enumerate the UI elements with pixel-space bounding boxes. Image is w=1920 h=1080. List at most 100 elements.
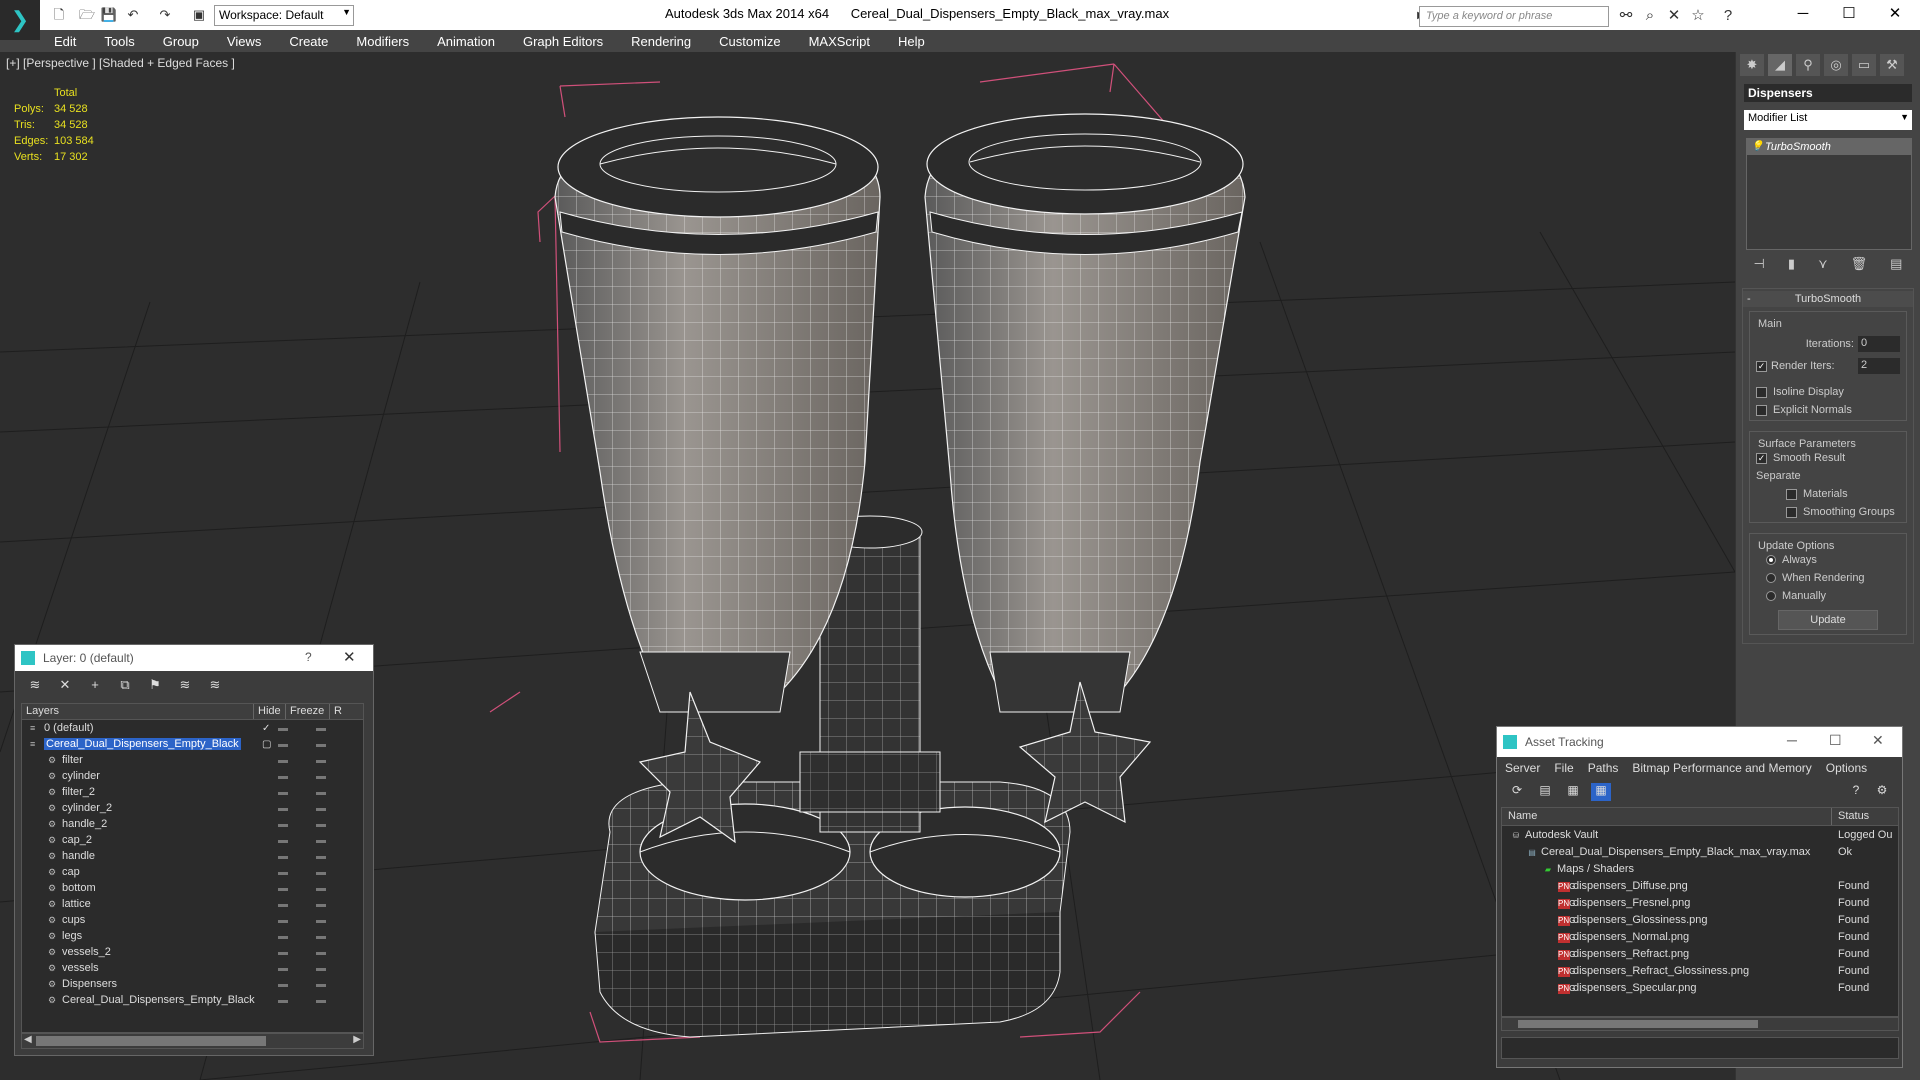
new-file-icon[interactable]: 🗋 (50, 6, 68, 24)
hide-toggle[interactable]: ▬ (278, 835, 288, 846)
freeze-toggle[interactable]: ▬ (316, 931, 326, 942)
undo-icon[interactable]: ↶ (124, 6, 142, 24)
layer-row[interactable]: ⚙ cups ▬ ▬ (22, 912, 363, 928)
add-icon[interactable]: + (85, 677, 105, 695)
hide-toggle[interactable]: ▬ (278, 851, 288, 862)
help-icon[interactable]: ? (305, 650, 312, 664)
menu-modifiers[interactable]: Modifiers (342, 34, 423, 49)
freeze-toggle[interactable]: ▬ (316, 979, 326, 990)
viewport-label[interactable]: [+] [Perspective ] [Shaded + Edged Faces… (6, 56, 235, 70)
layer-row[interactable]: ≡ Cereal_Dual_Dispensers_Empty_Black ▢ ▬ ▬ (22, 736, 363, 752)
display-tab-icon[interactable]: ▭ (1852, 54, 1876, 76)
render-iters-checkbox[interactable]: ✓ (1756, 360, 1767, 372)
menu-views[interactable]: Views (213, 34, 275, 49)
menu-bitmap-performance[interactable]: Bitmap Performance and Memory (1632, 761, 1811, 775)
hide-toggle[interactable]: ▬ (278, 739, 288, 750)
freeze-toggle[interactable]: ▬ (316, 755, 326, 766)
horizontal-scrollbar[interactable] (1501, 1017, 1899, 1031)
layer-row[interactable]: ⚙ lattice ▬ ▬ (22, 896, 363, 912)
menu-edit[interactable]: Edit (40, 34, 90, 49)
materials-checkbox[interactable] (1786, 488, 1797, 500)
layer-row[interactable]: ⚙ Cereal_Dual_Dispensers_Empty_Black ▬ ▬ (22, 992, 363, 1008)
close-icon[interactable]: ✕ (1872, 732, 1884, 749)
freeze-toggle[interactable]: ▬ (316, 963, 326, 974)
asset-row[interactable]: ▰ Maps / Shaders (1502, 860, 1898, 877)
maximize-icon[interactable]: ☐ (1829, 732, 1842, 749)
scroll-thumb[interactable] (1518, 1020, 1758, 1028)
horizontal-scrollbar[interactable]: ◀ ▶ (21, 1033, 364, 1049)
menu-create[interactable]: Create (275, 34, 342, 49)
highlight-icon[interactable]: ⚑ (145, 677, 165, 695)
menu-rendering[interactable]: Rendering (617, 34, 705, 49)
remove-modifier-icon[interactable]: 🗑 (1851, 256, 1868, 278)
asset-tracking-titlebar[interactable]: Asset Tracking ─ ☐ ✕ (1497, 727, 1902, 757)
update-button[interactable]: Update (1778, 610, 1878, 630)
freeze-toggle[interactable]: ▬ (316, 819, 326, 830)
freeze-toggle[interactable]: ▬ (316, 915, 326, 926)
asset-row[interactable]: PNGdispensers_Normal.png Found (1502, 928, 1898, 945)
menu-group[interactable]: Group (149, 34, 213, 49)
favorites-star-icon[interactable]: ☆ (1688, 6, 1708, 26)
scroll-left-icon[interactable]: ◀ (24, 1034, 32, 1045)
hide-toggle[interactable]: ▬ (278, 803, 288, 814)
freeze-toggle[interactable]: ▬ (316, 787, 326, 798)
layer-row[interactable]: ⚙ cap ▬ ▬ (22, 864, 363, 880)
refresh-icon[interactable]: ⟳ (1507, 783, 1527, 801)
configure-sets-icon[interactable]: ▤ (1890, 256, 1902, 278)
make-unique-icon[interactable]: ⋎ (1818, 256, 1828, 278)
menu-graph-editors[interactable]: Graph Editors (509, 34, 617, 49)
asset-row[interactable]: PNGdispensers_Glossiness.png Found (1502, 911, 1898, 928)
menu-maxscript[interactable]: MAXScript (795, 34, 884, 49)
hide-toggle[interactable]: ▬ (278, 867, 288, 878)
modifier-stack-entry[interactable]: 💡 TurboSmooth (1747, 139, 1911, 155)
column-name[interactable]: Name (1502, 808, 1832, 825)
layer-row[interactable]: ⚙ vessels ▬ ▬ (22, 960, 363, 976)
hide-toggle[interactable]: ▬ (278, 995, 288, 1006)
show-end-result-icon[interactable]: ▮ (1788, 256, 1795, 278)
menu-customize[interactable]: Customize (705, 34, 794, 49)
freeze-toggle[interactable]: ▬ (316, 739, 326, 750)
hide-toggle[interactable]: ▬ (278, 963, 288, 974)
freeze-toggle[interactable]: ▬ (316, 723, 326, 734)
hide-toggle[interactable]: ▬ (278, 787, 288, 798)
minimize-icon[interactable]: ─ (1780, 0, 1826, 30)
when-rendering-radio[interactable] (1766, 573, 1776, 583)
freeze-toggle[interactable]: ▬ (316, 771, 326, 782)
hide-toggle[interactable]: ▬ (278, 947, 288, 958)
column-freeze[interactable]: Freeze (286, 704, 330, 719)
layer-row[interactable]: ≡ 0 (default) ✓ ▬ ▬ (22, 720, 363, 736)
render-iters-spinner[interactable]: 2 (1858, 358, 1900, 374)
binoculars-icon[interactable]: ⚯ (1616, 6, 1636, 26)
layer-row[interactable]: ⚙ handle ▬ ▬ (22, 848, 363, 864)
select-objects-icon[interactable]: ⧉ (115, 677, 135, 695)
open-file-icon[interactable]: 🗁 (78, 6, 96, 24)
layer-row[interactable]: ⚙ Dispensers ▬ ▬ (22, 976, 363, 992)
smooth-result-checkbox[interactable]: ✓ (1756, 452, 1767, 464)
column-render[interactable]: R (330, 704, 350, 719)
layer-row[interactable]: ⚙ bottom ▬ ▬ (22, 880, 363, 896)
iterations-spinner[interactable]: 0 (1858, 336, 1900, 352)
create-tab-icon[interactable]: ✸ (1740, 54, 1764, 76)
freeze-toggle[interactable]: ▬ (316, 835, 326, 846)
communication-icon[interactable]: ✕ (1664, 6, 1684, 26)
rollout-header[interactable]: - TurboSmooth (1743, 291, 1913, 307)
search-input[interactable]: Type a keyword or phrase (1419, 6, 1609, 27)
set-current-layer-icon[interactable]: ▢ (262, 739, 271, 750)
hide-toggle[interactable]: ▬ (278, 883, 288, 894)
layer-row[interactable]: ⚙ vessels_2 ▬ ▬ (22, 944, 363, 960)
menu-animation[interactable]: Animation (423, 34, 509, 49)
asset-row[interactable]: PNGdispensers_Fresnel.png Found (1502, 894, 1898, 911)
close-icon[interactable]: ✕ (1872, 0, 1918, 30)
workspace-dropdown[interactable]: Workspace: Default ▼ (214, 5, 354, 26)
layer-row[interactable]: ⚙ filter ▬ ▬ (22, 752, 363, 768)
help-icon[interactable]: ? (1718, 6, 1738, 26)
minimize-icon[interactable]: ─ (1787, 732, 1797, 748)
freeze-toggle[interactable]: ▬ (316, 867, 326, 878)
redo-icon[interactable]: ↷ (156, 6, 174, 24)
column-status[interactable]: Status (1832, 808, 1875, 825)
always-radio[interactable] (1766, 555, 1776, 565)
column-hide[interactable]: Hide (254, 704, 286, 719)
freeze-toggle[interactable]: ▬ (316, 803, 326, 814)
layer-row[interactable]: ⚙ handle_2 ▬ ▬ (22, 816, 363, 832)
layers-icon[interactable]: ≋ (25, 677, 45, 695)
